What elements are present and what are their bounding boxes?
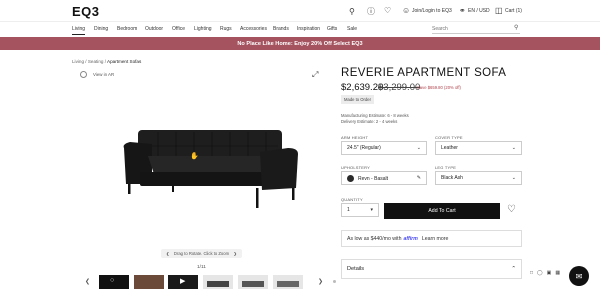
wishlist-heart-icon[interactable]: ♡ xyxy=(507,205,516,215)
tool-icon-4[interactable]: ▦ xyxy=(555,270,560,276)
thumbs-prev-icon[interactable]: ❮ xyxy=(85,278,90,285)
nav-item-brands[interactable]: Brands xyxy=(273,26,289,32)
floating-toolbar: □ ◯ ▣ ▦ xyxy=(530,270,560,276)
rotate-hint-bar[interactable]: ❮ Drag to Rotate. Click to Zoom ❯ xyxy=(161,249,242,258)
globe-icon[interactable]: ⚭ xyxy=(459,6,466,15)
thumbnail-5[interactable] xyxy=(238,275,268,289)
cart-icon[interactable]: ◫ xyxy=(495,6,503,15)
breadcrumb: Living / Seating / Apartment Sofas xyxy=(72,59,141,64)
login-link[interactable]: Join/Login to EQ3 xyxy=(412,8,452,14)
chevron-down-icon: ▾ xyxy=(370,207,373,213)
add-to-cart-button[interactable]: Add To Cart xyxy=(384,203,500,219)
nav-item-bedroom[interactable]: Bedroom xyxy=(117,26,137,32)
delivery-estimate: Delivery Estimate: 2 - 4 weeks xyxy=(341,119,398,124)
cover-type-select[interactable]: Leather ⌄ xyxy=(435,141,522,155)
view-in-ar-button[interactable]: View in AR xyxy=(80,71,114,78)
quantity-select[interactable]: 1 ▾ xyxy=(341,203,379,217)
quantity-label: QUANTITY xyxy=(341,197,363,202)
cover-type-value: Leather xyxy=(441,145,458,151)
arm-height-value: 24.5" (Regular) xyxy=(347,145,381,151)
nav-item-sale[interactable]: Sale xyxy=(347,26,357,32)
nav-item-lighting[interactable]: Lighting xyxy=(194,26,212,32)
sofa-image[interactable] xyxy=(118,122,304,210)
chevron-right-icon[interactable]: ❯ xyxy=(233,251,237,256)
breadcrumb-living[interactable]: Living xyxy=(72,59,84,64)
chevron-up-icon: ⌃ xyxy=(511,266,516,272)
upholstery-select[interactable]: Revn - Basalt ✎ xyxy=(341,171,427,185)
affirm-learn-more[interactable]: Learn more xyxy=(422,236,449,242)
promo-text: No Place Like Home: Enjoy 20% Off Select… xyxy=(237,40,363,47)
locale-selector[interactable]: EN / USD xyxy=(468,8,490,14)
chevron-down-icon: ⌄ xyxy=(511,175,516,181)
arm-height-label: ARM HEIGHT xyxy=(341,135,369,140)
nav-item-accessories[interactable]: Accessories xyxy=(240,26,267,32)
heart-icon[interactable]: ♡ xyxy=(384,6,391,15)
details-accordion[interactable]: Details ⌃ xyxy=(341,259,522,279)
nav-item-outdoor[interactable]: Outdoor xyxy=(145,26,163,32)
affirm-prefix: As low as $440/mo with xyxy=(347,235,402,242)
savings-text: Save $659.80 (20% off) xyxy=(417,85,461,90)
breadcrumb-separator: / xyxy=(104,59,107,64)
scroll-indicator[interactable] xyxy=(333,280,336,283)
upholstery-swatch xyxy=(347,174,354,182)
affirm-logo: affirm xyxy=(403,235,418,242)
chevron-down-icon: ⌄ xyxy=(416,145,421,151)
upholstery-value: Revn - Basalt xyxy=(358,175,389,182)
leg-type-label: LEG TYPE xyxy=(435,165,457,170)
cover-type-label: COVER TYPE xyxy=(435,135,463,140)
user-icon[interactable]: ☺ xyxy=(402,6,410,15)
thumbnail-1[interactable]: ○ xyxy=(99,275,129,289)
tool-icon-2[interactable]: ◯ xyxy=(537,270,543,276)
chevron-left-icon[interactable]: ❮ xyxy=(166,251,170,256)
cart-link[interactable]: Cart (1) xyxy=(505,8,522,14)
image-counter: 1/11 xyxy=(197,265,206,270)
expand-icon[interactable]: ⤢ xyxy=(312,70,318,80)
thumbnail-2[interactable] xyxy=(134,275,164,289)
eq3-logo[interactable]: EQ3 xyxy=(72,4,100,19)
chevron-down-icon: ⌄ xyxy=(511,145,516,151)
view-in-ar-label: View in AR xyxy=(93,72,115,77)
nav-item-living[interactable]: Living xyxy=(72,26,86,35)
pencil-icon: ✎ xyxy=(416,175,421,181)
thumbnail-6[interactable] xyxy=(273,275,303,289)
hand-cursor-icon: ✋ xyxy=(190,153,199,160)
chat-icon[interactable]: ✉ xyxy=(569,266,589,286)
quantity-value: 1 xyxy=(347,207,350,213)
affirm-financing[interactable]: As low as $440/mo with affirm Learn more xyxy=(341,230,522,247)
nav-item-rugs[interactable]: Rugs xyxy=(220,26,232,32)
search-input[interactable] xyxy=(432,24,520,34)
tool-icon-1[interactable]: □ xyxy=(530,270,533,276)
thumbnail-4[interactable] xyxy=(203,275,233,289)
nav-item-gifts[interactable]: Gifts xyxy=(327,26,337,32)
made-to-order-badge: Made to Order xyxy=(341,95,374,104)
nav-item-office[interactable]: Office xyxy=(172,26,185,32)
compare-price: $3,299.00 xyxy=(378,82,421,93)
promo-banner[interactable]: No Place Like Home: Enjoy 20% Off Select… xyxy=(0,37,600,50)
tool-icon-3[interactable]: ▣ xyxy=(547,270,552,276)
nav-item-inspiration[interactable]: Inspiration xyxy=(297,26,320,32)
product-title: REVERIE APARTMENT SOFA xyxy=(341,67,507,79)
thumbnail-video[interactable]: ▶ xyxy=(168,275,198,289)
thumbs-next-icon[interactable]: ❯ xyxy=(318,278,323,285)
help-icon[interactable]: ⓘ xyxy=(367,6,375,17)
arm-height-select[interactable]: 24.5" (Regular) ⌄ xyxy=(341,141,427,155)
nav-item-dining[interactable]: Dining xyxy=(94,26,108,32)
rotate-hint-text: Drag to Rotate. Click to Zoom xyxy=(173,251,230,256)
upholstery-label: UPHOLSTERY xyxy=(341,165,371,170)
ar-thumb-icon: ○ xyxy=(110,277,115,284)
leg-type-value: Black Ash xyxy=(441,175,463,181)
breadcrumb-seating[interactable]: Seating xyxy=(88,59,104,64)
manufacturing-estimate: Manufacturing Estimate: 6 - 8 weeks xyxy=(341,113,409,118)
search-icon[interactable]: ⚲ xyxy=(514,24,518,31)
ar-icon xyxy=(80,71,87,78)
location-icon[interactable]: ⚲ xyxy=(349,7,355,16)
breadcrumb-current: Apartment Sofas xyxy=(107,59,142,64)
leg-type-select[interactable]: Black Ash ⌄ xyxy=(435,171,522,185)
details-label: Details xyxy=(347,266,365,272)
sale-price: $2,639.20 xyxy=(341,82,384,93)
play-icon: ▶ xyxy=(180,278,186,285)
breadcrumb-separator: / xyxy=(85,59,87,64)
